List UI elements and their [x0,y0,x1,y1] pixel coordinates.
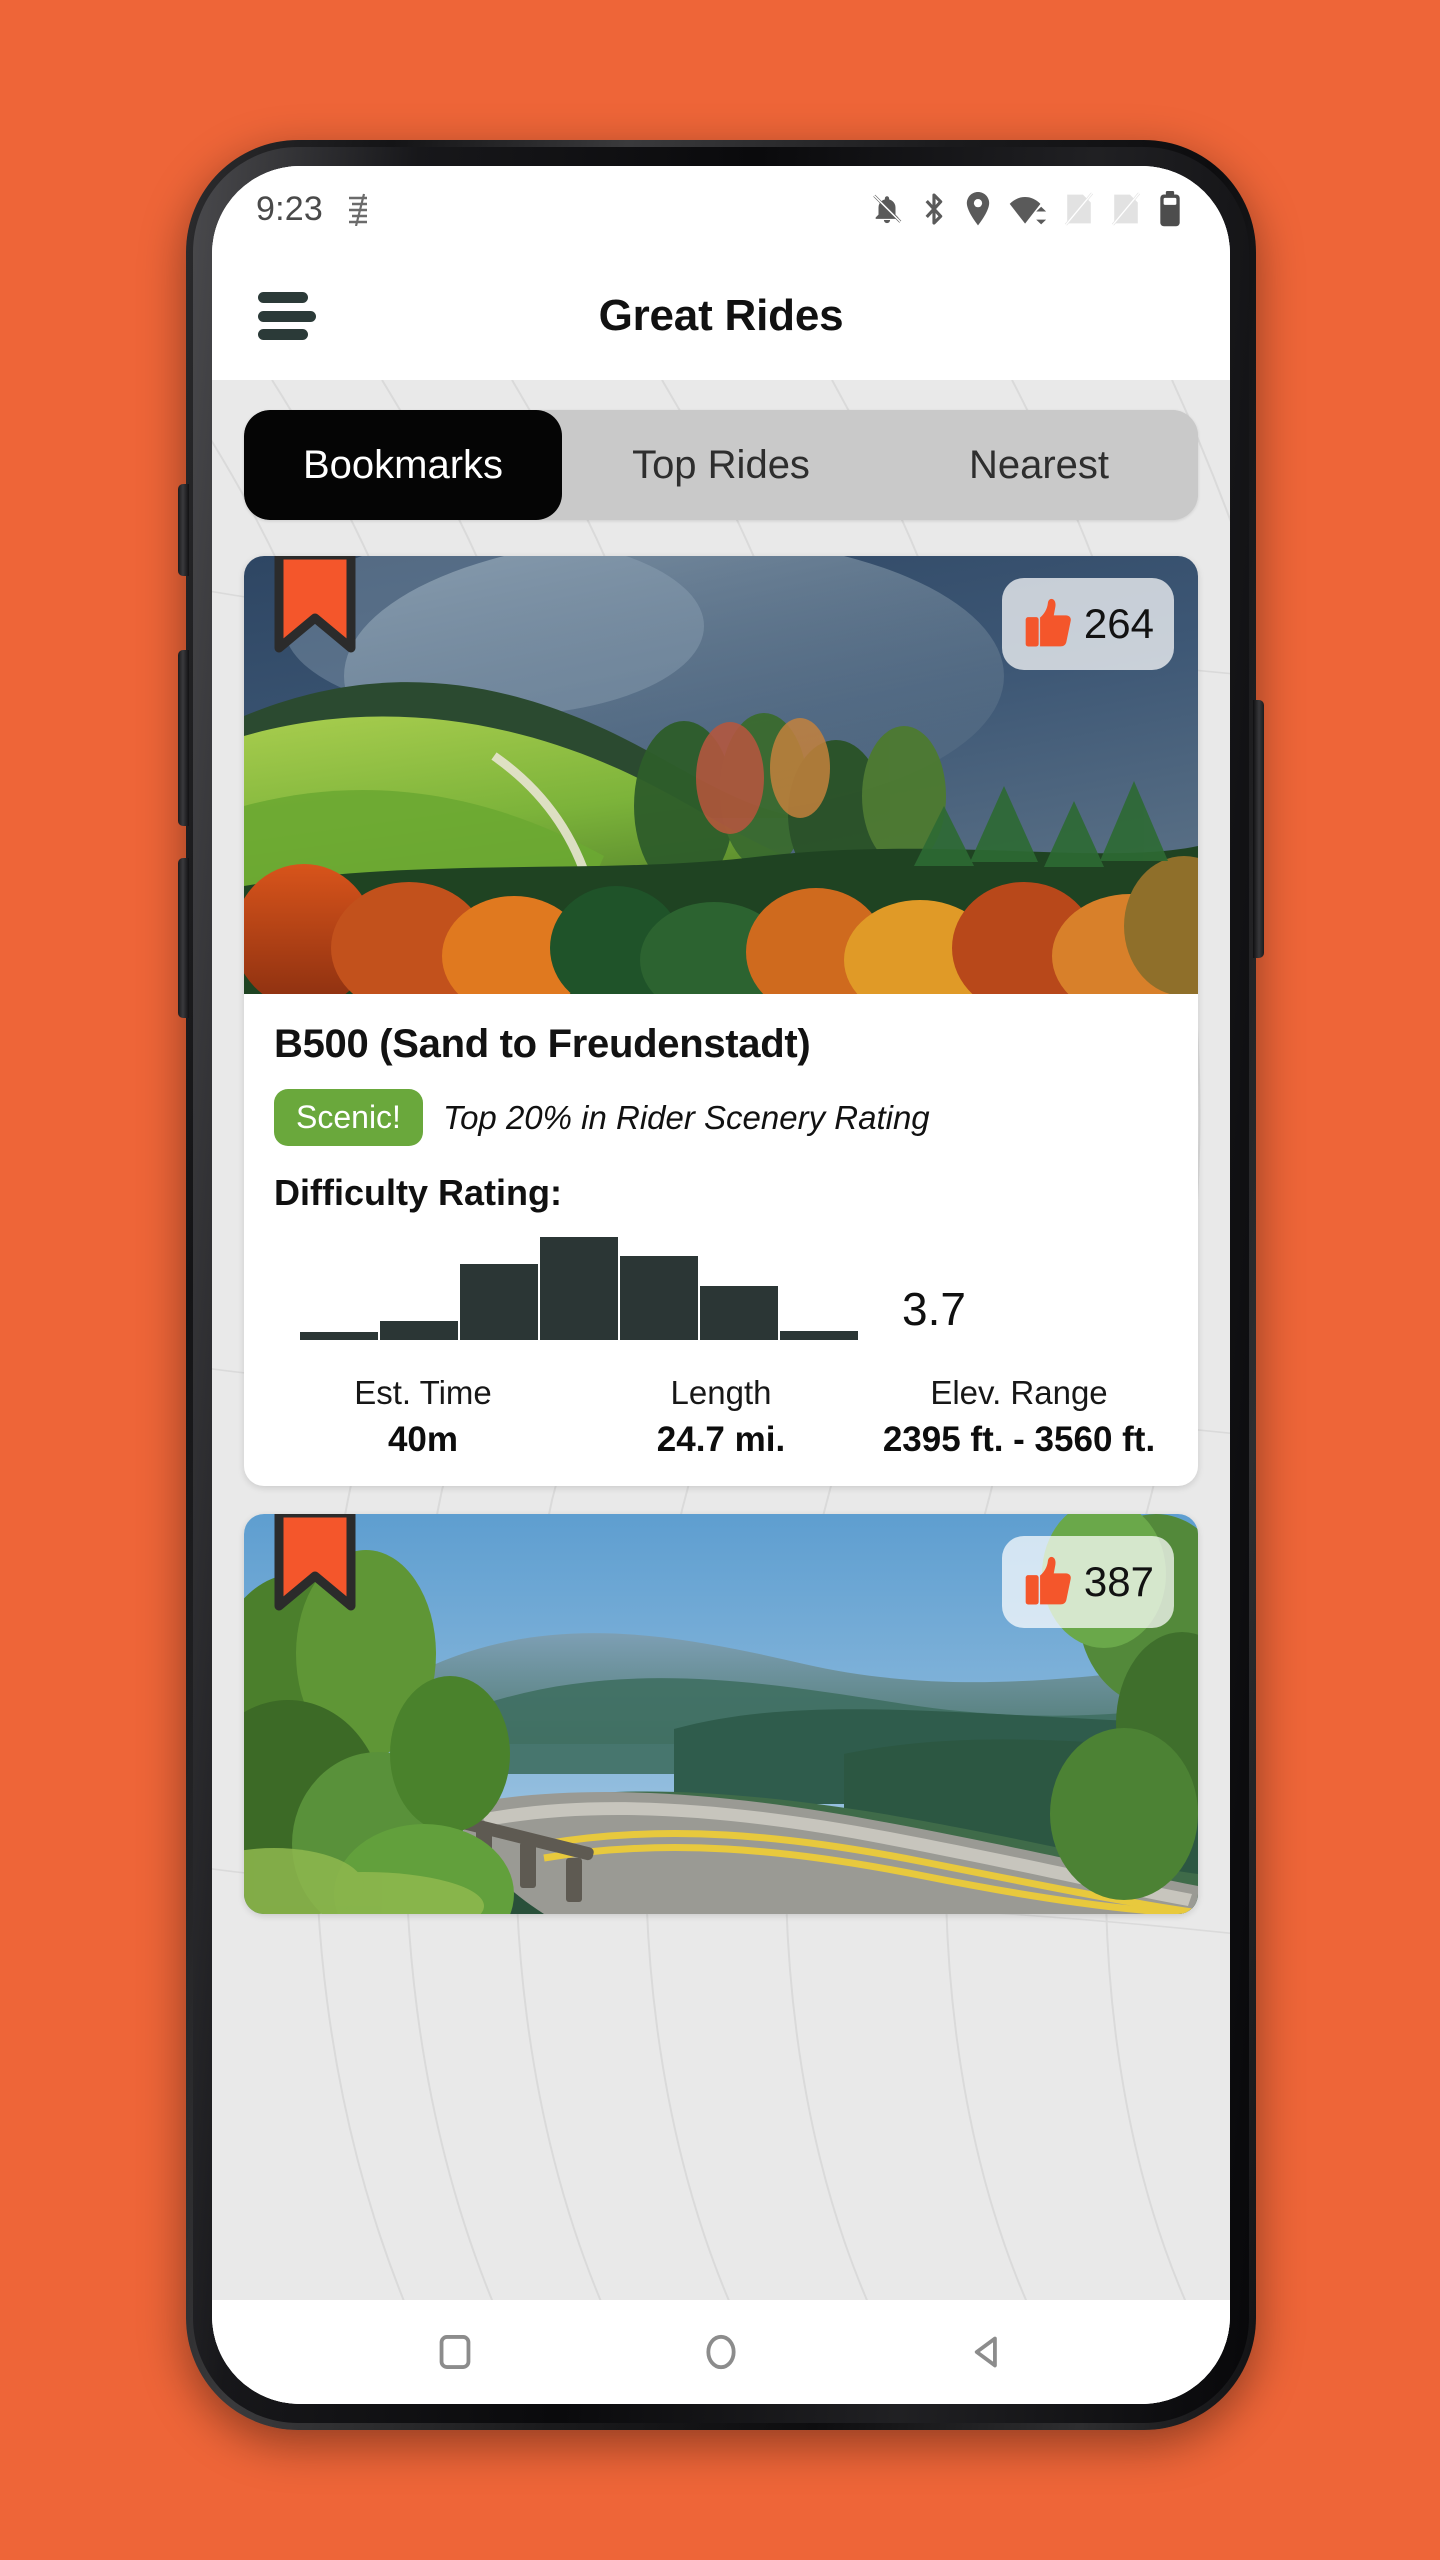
scenic-badge: Scenic! [274,1089,423,1146]
app-bar: Great Rides [212,252,1230,380]
ride-details: B500 (Sand to Freudenstadt) Scenic! Top … [244,994,1198,1486]
square-icon [439,2335,471,2369]
stat-label: Length [670,1374,772,1411]
home-button[interactable] [702,2333,740,2371]
difficulty-histogram [300,1232,858,1340]
volume-down-button[interactable] [178,650,189,826]
like-count: 387 [1083,1558,1154,1605]
ride-photo: 387 [244,1514,1198,1914]
stat-value: 40m [387,1420,459,1459]
thumbs-up-icon [1025,598,1071,647]
ride-stats: Est. Time 40m Length 24.7 mi. Elev. Rang… [274,1370,1168,1460]
histogram-bar [620,1256,698,1340]
stat-length: Length 24.7 mi. [572,1374,870,1460]
tab-nearest[interactable]: Nearest [880,410,1198,520]
screenshot-root: 9:23 Great Rides Bookmarks Top Rides Nea… [0,0,1440,2560]
status-bar-clock: 9:23 [256,189,323,228]
stat-label: Est. Time [354,1374,492,1411]
hamburger-menu-icon[interactable] [258,292,316,340]
back-button[interactable] [968,2333,1006,2371]
histogram-bar [780,1330,858,1340]
status-bar: 9:23 [212,166,1230,252]
histogram-bar [380,1321,458,1340]
stat-value: 24.7 mi. [656,1420,786,1459]
tab-bar: Bookmarks Top Rides Nearest [244,410,1198,520]
histogram-bar [540,1237,618,1340]
wifi-icon [1009,197,1047,225]
histogram-bar [460,1264,538,1340]
notifications-off-icon [873,194,902,224]
ride-card[interactable]: 387 [244,1514,1198,1914]
recents-button[interactable] [436,2333,474,2371]
scenic-row: Scenic! Top 20% in Rider Scenery Rating [274,1089,1168,1146]
bookmark-icon[interactable] [272,556,358,660]
vibrate-icon [348,193,367,226]
tab-bookmarks[interactable]: Bookmarks [244,410,562,520]
ride-card[interactable]: 264 B500 (Sand to Freudenstadt) Scenic! … [244,556,1198,1486]
content-area: Bookmarks Top Rides Nearest 264 B500 (Sa… [212,380,1230,2300]
volume-up-button[interactable] [178,484,189,576]
like-badge[interactable]: 387 [1001,1536,1174,1628]
stat-est-time: Est. Time 40m [274,1374,572,1460]
circle-icon [706,2334,736,2370]
tab-top-rides[interactable]: Top Rides [562,410,880,520]
location-icon [966,192,990,226]
bookmark-icon[interactable] [272,1514,358,1618]
assistant-button[interactable] [178,858,189,1018]
difficulty-label: Difficulty Rating: [274,1172,562,1213]
scenic-note: Top 20% in Rider Scenery Rating [442,1098,930,1136]
difficulty-chart: 3.7 [274,1232,1168,1340]
difficulty-value: 3.7 [902,1283,966,1335]
stat-value: 2395 ft. - 3560 ft. [882,1420,1156,1459]
status-bar-icons [870,191,1182,227]
power-button[interactable] [1253,700,1264,958]
like-count: 264 [1083,600,1154,647]
ride-photo: 264 [244,556,1198,994]
stat-label: Elev. Range [930,1374,1108,1411]
battery-icon [1160,191,1180,227]
page-title: Great Rides [598,291,844,340]
bluetooth-icon [925,193,943,225]
ride-title: B500 (Sand to Freudenstadt) [274,1022,811,1066]
stat-elev-range: Elev. Range 2395 ft. - 3560 ft. [870,1374,1168,1460]
like-badge[interactable]: 264 [1001,578,1174,670]
histogram-bar [300,1331,378,1340]
no-sim-1-icon [1064,192,1094,226]
thumbs-up-icon [1025,1556,1071,1605]
histogram-bar [700,1286,778,1340]
no-sim-2-icon [1111,192,1141,226]
android-nav-bar [212,2300,1230,2404]
triangle-back-icon [974,2336,997,2368]
phone-screen: 9:23 Great Rides Bookmarks Top Rides Nea… [212,166,1230,2404]
